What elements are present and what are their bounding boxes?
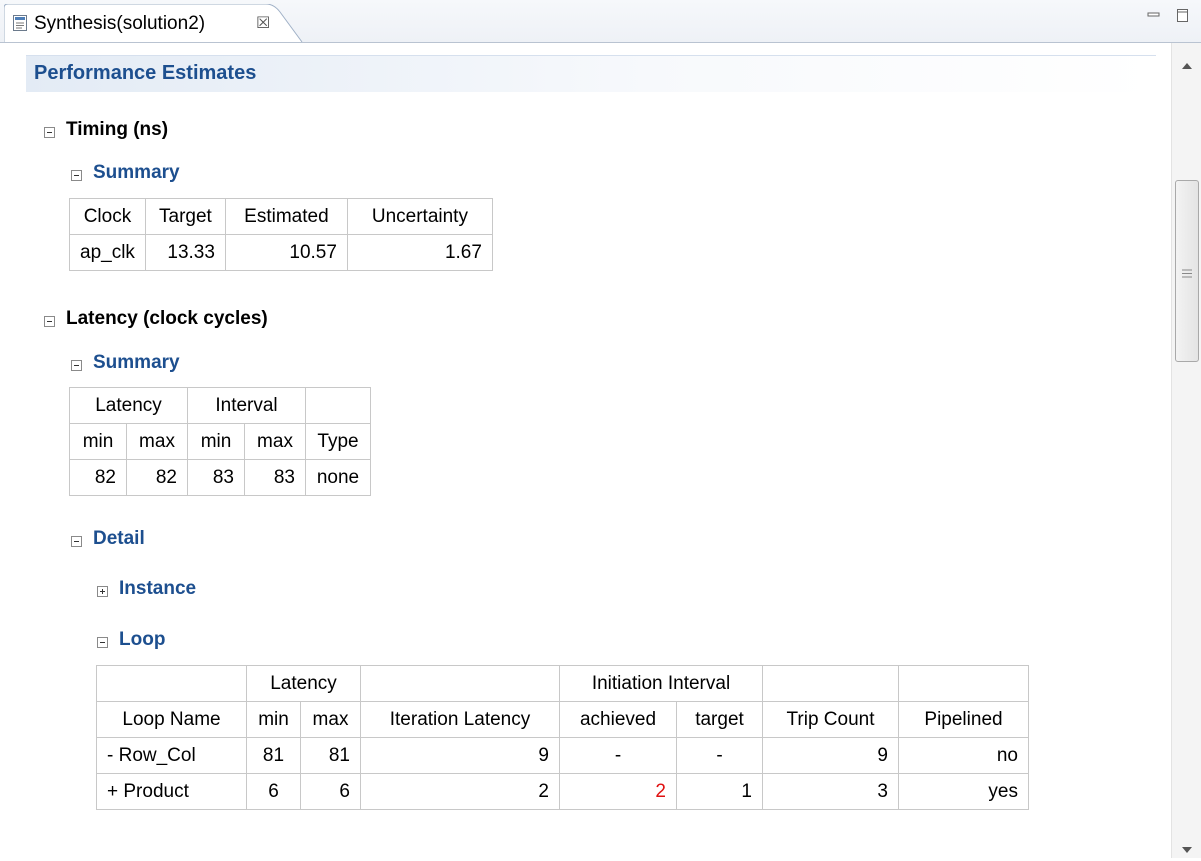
loop-heading: Loop <box>119 629 166 650</box>
timing-summary-table: Clock Target Estimated Uncertainty ap_cl… <box>69 198 493 271</box>
table-cell: + Product <box>96 773 247 810</box>
table-cell: 1.67 <box>346 234 493 271</box>
table-cell: 2 <box>360 773 560 810</box>
table-group-header-row: Latency Initiation Interval <box>96 665 1029 702</box>
minimize-icon[interactable] <box>1147 8 1161 30</box>
table-header-cell: Loop Name <box>96 701 247 738</box>
table-cell: 81 <box>300 737 361 774</box>
table-group-header-cell <box>305 387 371 424</box>
table-header-cell: Trip Count <box>762 701 899 738</box>
table-cell: no <box>898 737 1029 774</box>
table-group-header-cell: Interval <box>187 387 306 424</box>
table-header-cell: min <box>187 423 245 460</box>
table-header-cell: max <box>126 423 188 460</box>
table-cell: ap_clk <box>69 234 146 271</box>
table-header-cell: max <box>300 701 361 738</box>
table-cell: - <box>559 737 677 774</box>
table-cell: 3 <box>762 773 899 810</box>
timing-heading: Timing (ns) <box>66 119 169 140</box>
table-cell: 6 <box>300 773 361 810</box>
table-header-row: Clock Target Estimated Uncertainty <box>69 198 493 235</box>
table-cell: 83 <box>244 459 306 496</box>
table-header-cell: Iteration Latency <box>360 701 560 738</box>
table-cell: 82 <box>126 459 188 496</box>
table-header-row: min max min max Type <box>69 423 371 460</box>
tab-synthesis[interactable]: Synthesis(solution2) ☒ <box>4 4 304 43</box>
table-header-cell: Uncertainty <box>346 198 493 235</box>
report-content: Performance Estimates Timing (ns) Summar… <box>0 43 1170 858</box>
table-header-cell: Type <box>305 423 371 460</box>
table-cell: 1 <box>676 773 763 810</box>
tab-close-icon[interactable]: ☒ <box>256 13 270 33</box>
table-header-row: Loop Name min max Iteration Latency achi… <box>96 701 1029 738</box>
performance-estimates-header[interactable]: Performance Estimates <box>26 55 1156 92</box>
report-file-icon <box>12 14 28 38</box>
latency-summary-collapse-toggle-icon[interactable] <box>71 360 82 371</box>
scrollbar-thumb[interactable] <box>1175 180 1199 362</box>
detail-collapse-toggle-icon[interactable] <box>71 536 82 547</box>
table-group-header-cell <box>762 665 899 702</box>
table-cell: 82 <box>69 459 127 496</box>
table-group-header-cell: Latency <box>246 665 361 702</box>
table-group-header-cell: Latency <box>69 387 188 424</box>
table-header-cell: target <box>676 701 763 738</box>
detail-heading: Detail <box>93 528 145 549</box>
latency-collapse-toggle-icon[interactable] <box>44 316 55 327</box>
table-group-header-cell <box>898 665 1029 702</box>
table-cell: - Row_Col <box>96 737 247 774</box>
maximize-icon[interactable] <box>1176 8 1190 30</box>
table-row: - Row_Col 81 81 9 - - 9 no <box>96 737 1029 774</box>
table-header-cell: max <box>244 423 306 460</box>
loop-collapse-toggle-icon[interactable] <box>97 637 108 648</box>
table-cell: yes <box>898 773 1029 810</box>
timing-summary-heading: Summary <box>93 162 180 183</box>
vertical-scrollbar[interactable] <box>1171 43 1201 858</box>
table-header-cell: Clock <box>69 198 146 235</box>
scrollbar-grip-icon <box>1182 263 1192 285</box>
table-row: + Product 6 6 2 2 1 3 yes <box>96 773 1029 810</box>
section-title: Performance Estimates <box>34 62 257 84</box>
table-cell: 9 <box>360 737 560 774</box>
table-header-cell: Pipelined <box>898 701 1029 738</box>
table-cell: - <box>676 737 763 774</box>
table-group-header-cell: Initiation Interval <box>559 665 763 702</box>
tab-title: Synthesis(solution2) <box>34 13 206 34</box>
table-cell: 81 <box>246 737 301 774</box>
table-row: 82 82 83 83 none <box>69 459 371 496</box>
table-group-header-row: Latency Interval <box>69 387 371 424</box>
table-cell: none <box>305 459 371 496</box>
table-cell: 13.33 <box>144 234 226 271</box>
editor-tab-bar: Synthesis(solution2) ☒ <box>0 0 1201 43</box>
table-group-header-cell <box>360 665 560 702</box>
latency-summary-table: Latency Interval min max min max Type 82… <box>69 387 371 496</box>
timing-summary-collapse-toggle-icon[interactable] <box>71 170 82 181</box>
table-header-cell: min <box>246 701 301 738</box>
table-cell: 10.57 <box>224 234 348 271</box>
instance-heading[interactable]: Instance <box>119 578 196 600</box>
latency-summary-heading: Summary <box>93 352 180 373</box>
table-cell-violation: 2 <box>559 773 677 810</box>
table-row: ap_clk 13.33 10.57 1.67 <box>69 234 493 271</box>
table-cell: 83 <box>187 459 245 496</box>
table-header-cell: min <box>69 423 127 460</box>
instance-expand-toggle-icon[interactable] <box>97 586 108 597</box>
table-cell: 6 <box>246 773 301 810</box>
scroll-up-arrow-icon[interactable] <box>1181 55 1193 77</box>
loop-table: Latency Initiation Interval Loop Name mi… <box>96 665 1029 810</box>
table-header-cell: Target <box>144 198 226 235</box>
table-group-header-cell <box>96 665 247 702</box>
latency-heading: Latency (clock cycles) <box>66 308 268 329</box>
table-header-cell: Estimated <box>224 198 348 235</box>
table-header-cell: achieved <box>559 701 677 738</box>
timing-collapse-toggle-icon[interactable] <box>44 127 55 138</box>
table-cell: 9 <box>762 737 899 774</box>
